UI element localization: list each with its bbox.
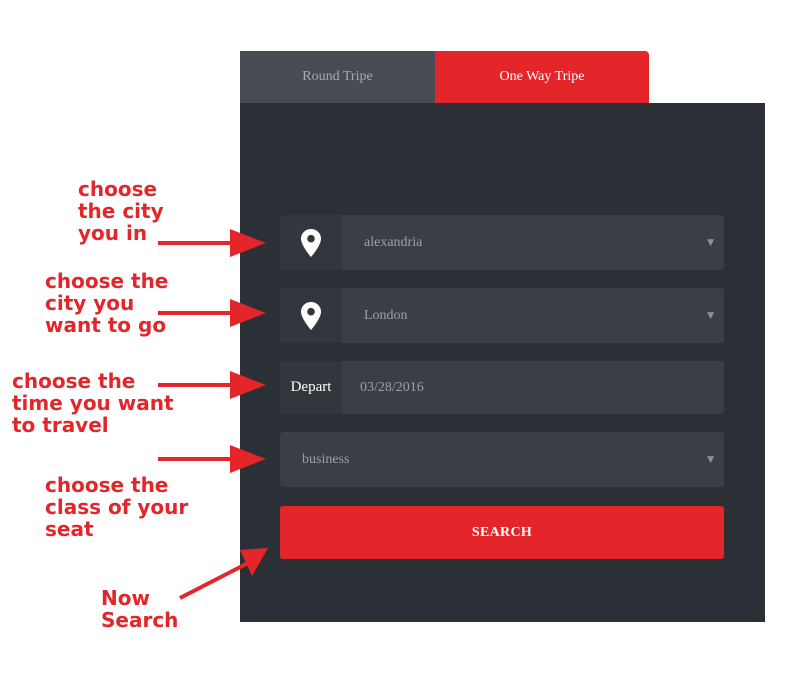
arrow-right-icon: [158, 445, 266, 473]
arrow-diagonal-icon: [179, 548, 268, 600]
annotation-arrows: [158, 229, 268, 600]
arrow-right-icon: [158, 299, 266, 327]
arrow-right-icon: [158, 229, 266, 257]
arrow-right-icon: [158, 371, 266, 399]
